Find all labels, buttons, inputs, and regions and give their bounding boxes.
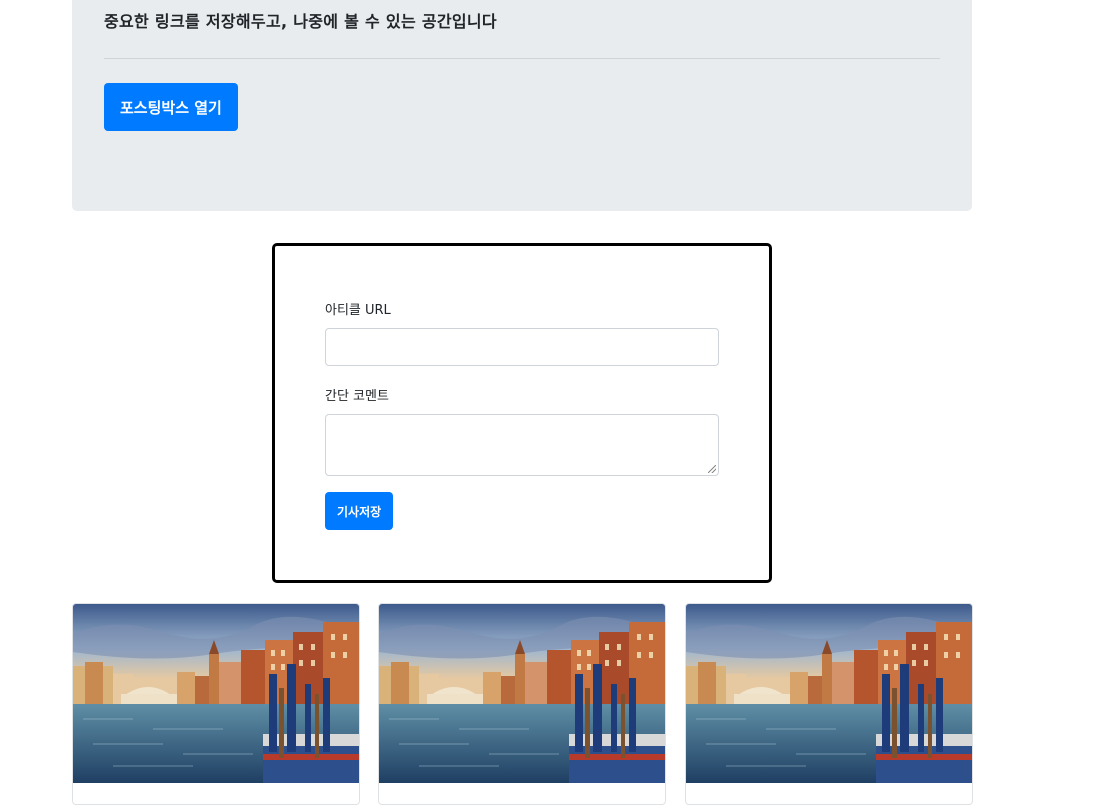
- posting-box: 아티클 URL 간단 코멘트 기사저장: [272, 243, 772, 583]
- article-card[interactable]: [378, 603, 666, 805]
- card-image[interactable]: [379, 604, 665, 783]
- divider: [104, 58, 940, 59]
- url-input[interactable]: [325, 328, 719, 366]
- resize-handle-icon[interactable]: [708, 465, 716, 473]
- article-card[interactable]: [685, 603, 973, 805]
- url-label: 아티클 URL: [325, 303, 391, 318]
- card-image[interactable]: [73, 604, 359, 783]
- article-card[interactable]: [72, 603, 360, 805]
- card-image[interactable]: [686, 604, 972, 783]
- venice-canal-image: [686, 604, 972, 783]
- venice-canal-image: [379, 604, 665, 783]
- comment-textarea[interactable]: [325, 414, 719, 476]
- jumbotron: 중요한 링크를 저장해두고, 나중에 볼 수 있는 공간입니다 포스팅박스 열기: [72, 0, 972, 211]
- lead-text: 중요한 링크를 저장해두고, 나중에 볼 수 있는 공간입니다: [104, 12, 497, 31]
- venice-canal-image: [73, 604, 359, 783]
- open-posting-box-button[interactable]: 포스팅박스 열기: [104, 83, 238, 131]
- save-article-button[interactable]: 기사저장: [325, 492, 394, 530]
- comment-label: 간단 코멘트: [325, 389, 389, 404]
